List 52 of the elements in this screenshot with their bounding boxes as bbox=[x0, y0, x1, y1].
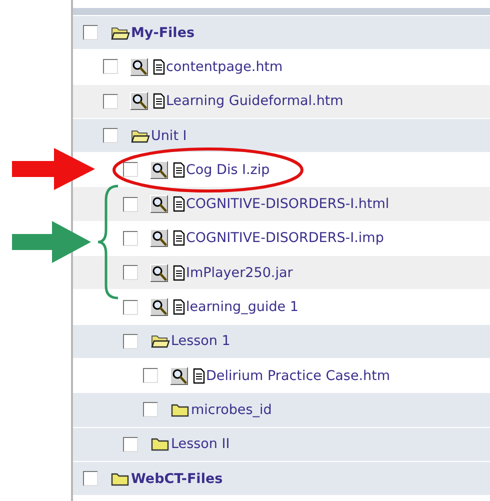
file-link[interactable]: Cog Dis I.zip bbox=[186, 162, 270, 178]
checkbox[interactable] bbox=[123, 196, 138, 212]
checkbox[interactable] bbox=[83, 471, 98, 486]
magnifier-icon bbox=[151, 264, 167, 281]
document-icon bbox=[173, 299, 185, 316]
folder-link[interactable]: Lesson 1 bbox=[171, 333, 230, 350]
magnifier-icon bbox=[131, 93, 147, 110]
document-icon bbox=[193, 368, 205, 384]
checkbox[interactable] bbox=[103, 128, 118, 144]
document-icon bbox=[173, 162, 185, 178]
magnifier-icon bbox=[151, 196, 167, 212]
file-link[interactable]: COGNITIVE-DISORDERS-I.imp bbox=[186, 230, 384, 246]
checkbox[interactable] bbox=[123, 300, 138, 315]
magnifier-icon bbox=[151, 299, 167, 316]
preview-button[interactable] bbox=[130, 92, 148, 110]
checkbox[interactable] bbox=[123, 334, 138, 349]
folder-link[interactable]: Unit I bbox=[151, 128, 187, 144]
magnifier-icon bbox=[171, 368, 187, 384]
magnifier-icon bbox=[151, 162, 167, 178]
magnifier-icon bbox=[151, 230, 167, 246]
folder-link[interactable]: Lesson II bbox=[171, 436, 230, 452]
document-icon bbox=[153, 93, 165, 110]
checkbox[interactable] bbox=[123, 162, 138, 178]
folder-link[interactable]: WebCT-Files bbox=[131, 470, 223, 486]
checkbox[interactable] bbox=[123, 436, 138, 452]
folder-link[interactable]: My-Files bbox=[131, 24, 195, 41]
file-link[interactable]: COGNITIVE-DISORDERS-I.html bbox=[186, 196, 390, 212]
file-link[interactable]: ImPlayer250.jar bbox=[186, 264, 293, 281]
preview-button[interactable] bbox=[150, 298, 168, 316]
preview-button[interactable] bbox=[130, 58, 148, 76]
document-icon bbox=[153, 58, 165, 75]
preview-button[interactable] bbox=[150, 264, 168, 282]
checkbox[interactable] bbox=[143, 368, 158, 384]
magnifier-icon bbox=[131, 58, 147, 75]
file-link[interactable]: contentpage.htm bbox=[166, 58, 283, 75]
document-icon bbox=[173, 196, 185, 212]
file-link[interactable]: learning_guide 1 bbox=[186, 299, 298, 316]
preview-button[interactable] bbox=[150, 160, 168, 179]
file-link[interactable]: Delirium Practice Case.htm bbox=[206, 368, 390, 384]
preview-button[interactable] bbox=[150, 229, 168, 248]
folder-link[interactable]: microbes_id bbox=[191, 402, 272, 418]
preview-button[interactable] bbox=[170, 366, 188, 385]
checkbox[interactable] bbox=[123, 230, 138, 246]
document-icon bbox=[173, 264, 185, 281]
checkbox[interactable] bbox=[103, 59, 118, 74]
preview-button[interactable] bbox=[150, 195, 168, 214]
file-link[interactable]: Learning Guideformal.htm bbox=[166, 93, 344, 110]
checkbox[interactable] bbox=[83, 25, 98, 40]
document-icon bbox=[173, 230, 185, 246]
checkbox[interactable] bbox=[143, 402, 158, 418]
checkbox[interactable] bbox=[103, 94, 118, 109]
checkbox[interactable] bbox=[123, 265, 138, 280]
